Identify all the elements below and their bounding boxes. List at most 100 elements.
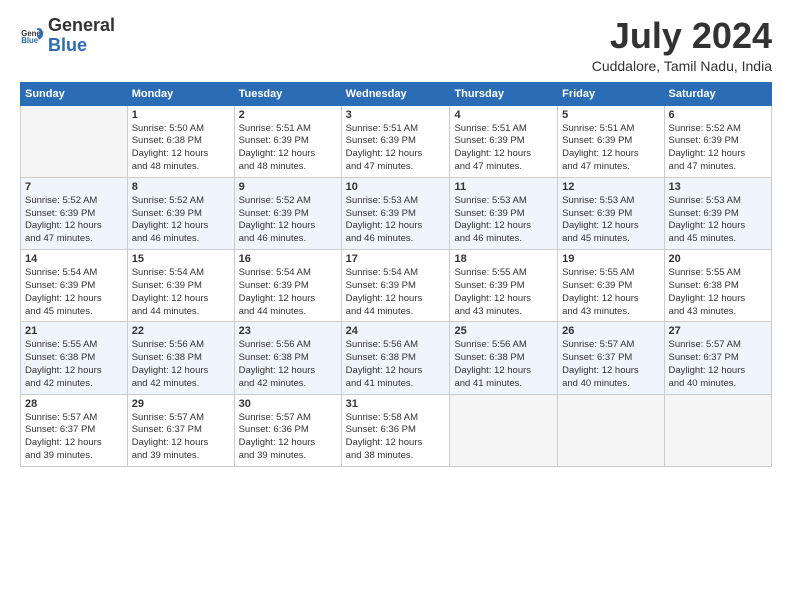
- day-info: Sunrise: 5:51 AMSunset: 6:39 PMDaylight:…: [239, 123, 337, 174]
- calendar-day-cell: 18 Sunrise: 5:55 AMSunset: 6:39 PMDayligh…: [450, 250, 558, 322]
- calendar-day-cell: 29 Sunrise: 5:57 AMSunset: 6:37 PMDayligh…: [127, 394, 234, 466]
- calendar-day-cell: 8Sunrise: 5:52 AMSunset: 6:39 PMDaylight…: [127, 177, 234, 249]
- day-header-saturday: Saturday: [664, 82, 771, 105]
- calendar-day-cell: 13 Sunrise: 5:53 AMSunset: 6:39 PMDayligh…: [664, 177, 771, 249]
- day-number: 5: [562, 109, 659, 121]
- day-info: Sunrise: 5:53 AMSunset: 6:39 PMDaylight:…: [562, 195, 659, 246]
- title-block: July 2024 Cuddalore, Tamil Nadu, India: [592, 16, 772, 74]
- calendar-week-row: 28 Sunrise: 5:57 AMSunset: 6:37 PMDayligh…: [21, 394, 772, 466]
- calendar-day-cell: 4Sunrise: 5:51 AMSunset: 6:39 PMDaylight…: [450, 105, 558, 177]
- day-info: Sunrise: 5:56 AMSunset: 6:38 PMDaylight:…: [454, 339, 553, 390]
- calendar-day-cell: 16Sunrise: 5:54 AMSunset: 6:39 PMDayligh…: [234, 250, 341, 322]
- calendar-week-row: 21 Sunrise: 5:55 AMSunset: 6:38 PMDayligh…: [21, 322, 772, 394]
- day-number: 30: [239, 398, 337, 410]
- day-info: Sunrise: 5:51 AMSunset: 6:39 PMDaylight:…: [562, 123, 659, 174]
- calendar-day-cell: 9 Sunrise: 5:52 AMSunset: 6:39 PMDaylight…: [234, 177, 341, 249]
- day-info: Sunrise: 5:53 AMSunset: 6:39 PMDaylight:…: [669, 195, 767, 246]
- day-number: 3: [346, 109, 446, 121]
- day-number: 13: [669, 181, 767, 193]
- day-header-wednesday: Wednesday: [341, 82, 450, 105]
- day-number: 31: [346, 398, 446, 410]
- day-info: Sunrise: 5:54 AMSunset: 6:39 PMDaylight:…: [132, 267, 230, 318]
- calendar-day-cell: 5 Sunrise: 5:51 AMSunset: 6:39 PMDaylight…: [558, 105, 664, 177]
- day-number: 10: [346, 181, 446, 193]
- day-info: Sunrise: 5:53 AMSunset: 6:39 PMDaylight:…: [346, 195, 446, 246]
- day-info: Sunrise: 5:57 AMSunset: 6:37 PMDaylight:…: [25, 412, 123, 463]
- day-number: 28: [25, 398, 123, 410]
- logo-blue: Blue: [48, 36, 115, 56]
- calendar-day-cell: 21 Sunrise: 5:55 AMSunset: 6:38 PMDayligh…: [21, 322, 128, 394]
- day-info: Sunrise: 5:57 AMSunset: 6:37 PMDaylight:…: [132, 412, 230, 463]
- page: General Blue General Blue July 2024 Cudd…: [0, 0, 792, 612]
- calendar-day-cell: 25 Sunrise: 5:56 AMSunset: 6:38 PMDayligh…: [450, 322, 558, 394]
- day-number: 22: [132, 325, 230, 337]
- day-info: Sunrise: 5:55 AMSunset: 6:39 PMDaylight:…: [562, 267, 659, 318]
- day-number: 19: [562, 253, 659, 265]
- calendar-day-cell: 26Sunrise: 5:57 AMSunset: 6:37 PMDayligh…: [558, 322, 664, 394]
- day-number: 11: [454, 181, 553, 193]
- calendar-week-row: 14Sunrise: 5:54 AMSunset: 6:39 PMDayligh…: [21, 250, 772, 322]
- calendar-day-cell: 31 Sunrise: 5:58 AMSunset: 6:36 PMDayligh…: [341, 394, 450, 466]
- calendar-day-cell: [664, 394, 771, 466]
- calendar-day-cell: 20 Sunrise: 5:55 AMSunset: 6:38 PMDayligh…: [664, 250, 771, 322]
- calendar-week-row: 1Sunrise: 5:50 AMSunset: 6:38 PMDaylight…: [21, 105, 772, 177]
- day-header-monday: Monday: [127, 82, 234, 105]
- calendar-day-cell: 1Sunrise: 5:50 AMSunset: 6:38 PMDaylight…: [127, 105, 234, 177]
- day-number: 21: [25, 325, 123, 337]
- day-info: Sunrise: 5:58 AMSunset: 6:36 PMDaylight:…: [346, 412, 446, 463]
- day-number: 18: [454, 253, 553, 265]
- logo-icon: General Blue: [20, 24, 44, 48]
- day-info: Sunrise: 5:55 AMSunset: 6:39 PMDaylight:…: [454, 267, 553, 318]
- day-info: Sunrise: 5:56 AMSunset: 6:38 PMDaylight:…: [239, 339, 337, 390]
- day-header-tuesday: Tuesday: [234, 82, 341, 105]
- day-info: Sunrise: 5:54 AMSunset: 6:39 PMDaylight:…: [239, 267, 337, 318]
- day-header-thursday: Thursday: [450, 82, 558, 105]
- calendar-day-cell: 3 Sunrise: 5:51 AMSunset: 6:39 PMDaylight…: [341, 105, 450, 177]
- day-info: Sunrise: 5:52 AMSunset: 6:39 PMDaylight:…: [132, 195, 230, 246]
- day-info: Sunrise: 5:57 AMSunset: 6:37 PMDaylight:…: [669, 339, 767, 390]
- location-subtitle: Cuddalore, Tamil Nadu, India: [592, 58, 772, 74]
- day-info: Sunrise: 5:55 AMSunset: 6:38 PMDaylight:…: [25, 339, 123, 390]
- day-number: 12: [562, 181, 659, 193]
- calendar-day-cell: [558, 394, 664, 466]
- calendar-day-cell: 10 Sunrise: 5:53 AMSunset: 6:39 PMDayligh…: [341, 177, 450, 249]
- day-info: Sunrise: 5:57 AMSunset: 6:36 PMDaylight:…: [239, 412, 337, 463]
- calendar-day-cell: [450, 394, 558, 466]
- day-number: 1: [132, 109, 230, 121]
- calendar-day-cell: 17 Sunrise: 5:54 AMSunset: 6:39 PMDayligh…: [341, 250, 450, 322]
- day-info: Sunrise: 5:56 AMSunset: 6:38 PMDaylight:…: [346, 339, 446, 390]
- day-number: 9: [239, 181, 337, 193]
- day-info: Sunrise: 5:52 AMSunset: 6:39 PMDaylight:…: [239, 195, 337, 246]
- header: General Blue General Blue July 2024 Cudd…: [20, 16, 772, 74]
- day-number: 17: [346, 253, 446, 265]
- day-info: Sunrise: 5:52 AMSunset: 6:39 PMDaylight:…: [25, 195, 123, 246]
- calendar-week-row: 7 Sunrise: 5:52 AMSunset: 6:39 PMDaylight…: [21, 177, 772, 249]
- day-number: 20: [669, 253, 767, 265]
- logo: General Blue General Blue: [20, 16, 115, 56]
- calendar-day-cell: 14Sunrise: 5:54 AMSunset: 6:39 PMDayligh…: [21, 250, 128, 322]
- calendar-day-cell: 15 Sunrise: 5:54 AMSunset: 6:39 PMDayligh…: [127, 250, 234, 322]
- day-info: Sunrise: 5:55 AMSunset: 6:38 PMDaylight:…: [669, 267, 767, 318]
- calendar-day-cell: 12 Sunrise: 5:53 AMSunset: 6:39 PMDayligh…: [558, 177, 664, 249]
- day-header-sunday: Sunday: [21, 82, 128, 105]
- calendar-day-cell: 23Sunrise: 5:56 AMSunset: 6:38 PMDayligh…: [234, 322, 341, 394]
- day-number: 29: [132, 398, 230, 410]
- day-info: Sunrise: 5:56 AMSunset: 6:38 PMDaylight:…: [132, 339, 230, 390]
- calendar-day-cell: 30 Sunrise: 5:57 AMSunset: 6:36 PMDayligh…: [234, 394, 341, 466]
- calendar-day-cell: 24Sunrise: 5:56 AMSunset: 6:38 PMDayligh…: [341, 322, 450, 394]
- day-number: 27: [669, 325, 767, 337]
- day-info: Sunrise: 5:51 AMSunset: 6:39 PMDaylight:…: [346, 123, 446, 174]
- day-number: 26: [562, 325, 659, 337]
- calendar-day-cell: 6Sunrise: 5:52 AMSunset: 6:39 PMDaylight…: [664, 105, 771, 177]
- day-info: Sunrise: 5:54 AMSunset: 6:39 PMDaylight:…: [346, 267, 446, 318]
- svg-text:Blue: Blue: [21, 36, 39, 45]
- day-number: 15: [132, 253, 230, 265]
- day-number: 4: [454, 109, 553, 121]
- day-info: Sunrise: 5:53 AMSunset: 6:39 PMDaylight:…: [454, 195, 553, 246]
- day-number: 25: [454, 325, 553, 337]
- logo-general: General: [48, 16, 115, 36]
- calendar-day-cell: 22 Sunrise: 5:56 AMSunset: 6:38 PMDayligh…: [127, 322, 234, 394]
- day-number: 7: [25, 181, 123, 193]
- calendar-day-cell: 2Sunrise: 5:51 AMSunset: 6:39 PMDaylight…: [234, 105, 341, 177]
- month-year-title: July 2024: [592, 16, 772, 56]
